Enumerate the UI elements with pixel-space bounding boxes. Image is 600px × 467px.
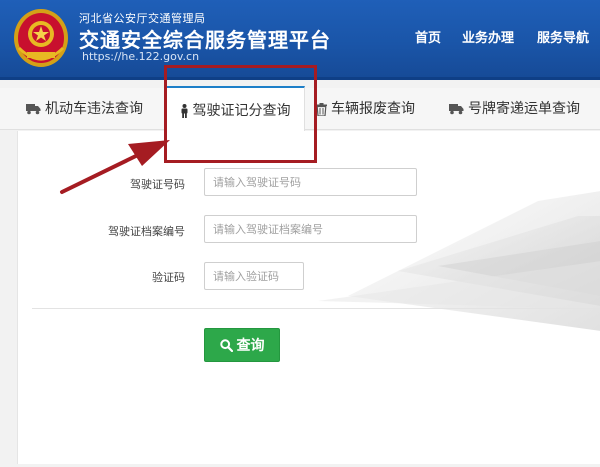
site-url: https://he.122.gov.cn (82, 50, 200, 63)
truck-icon (449, 104, 464, 115)
nav-service-guide[interactable]: 服务导航 (537, 27, 589, 46)
query-button-label: 查询 (236, 338, 265, 354)
tab-label: 车辆报废查询 (331, 101, 415, 117)
captcha-label: 验证码 (152, 271, 185, 284)
tab-vehicle-scrap[interactable]: 车辆报废查询 (316, 88, 415, 130)
trash-icon (316, 102, 327, 116)
license-number-label: 驾驶证号码 (130, 178, 185, 191)
query-button[interactable]: 查询 (204, 328, 280, 362)
truck-icon (26, 104, 41, 115)
form-divider (32, 308, 600, 309)
police-emblem-icon (14, 9, 68, 67)
license-number-input[interactable] (204, 168, 417, 196)
search-icon (219, 338, 233, 352)
tab-label: 号牌寄递运单查询 (468, 101, 580, 117)
tab-vehicle-violation[interactable]: 机动车违法查询 (26, 88, 143, 130)
file-number-label: 驾驶证档案编号 (108, 225, 185, 238)
query-form-panel: 驾驶证号码 驾驶证档案编号 验证码 查询 (17, 131, 600, 464)
highlight-box (164, 65, 317, 163)
site-title: 交通安全综合服务管理平台 (79, 28, 331, 52)
captcha-input[interactable] (204, 262, 304, 290)
tab-label: 机动车违法查询 (45, 101, 143, 117)
nav-business[interactable]: 业务办理 (462, 27, 514, 46)
tab-plate-mail-tracking[interactable]: 号牌寄递运单查询 (449, 88, 580, 130)
file-number-input[interactable] (204, 215, 417, 243)
nav-home[interactable]: 首页 (415, 27, 441, 46)
